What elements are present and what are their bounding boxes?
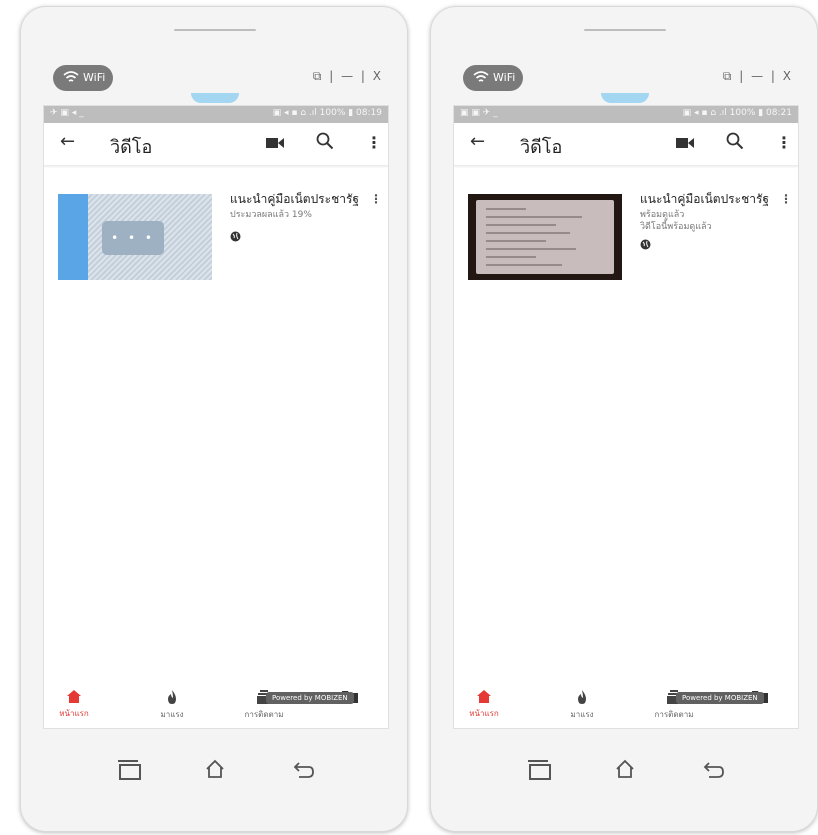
wifi-icon xyxy=(63,71,79,82)
mobizen-watermark: Powered by MOBIZEN xyxy=(266,692,354,704)
recent-apps-icon[interactable] xyxy=(527,759,551,781)
phone-frame-right: WiFi ⧉ | — | X ▣ ▣ ✈ _ ▣ ◂ ▪ ⌂ .ıl 100% … xyxy=(430,6,818,832)
video-status: ประมวลผลแล้ว 19% xyxy=(230,210,312,220)
window-controls[interactable]: ⧉ | — | X xyxy=(313,69,383,84)
drag-handle[interactable] xyxy=(191,93,239,103)
phone-frame-left: WiFi ⧉ | — | X ✈ ▣ ◂ _ ▣ ◂ ▪ ⌂ .ıl 100% … xyxy=(20,6,408,832)
flame-icon xyxy=(168,690,176,704)
home-icon xyxy=(67,690,81,703)
nav-subscriptions-label: การติดตาม xyxy=(244,710,284,719)
video-camera-icon[interactable] xyxy=(266,137,284,149)
device-screen: ✈ ▣ ◂ _ ▣ ◂ ▪ ⌂ .ıl 100% ▮ 08:19 ← วิดีโ… xyxy=(43,105,389,729)
wifi-label: WiFi xyxy=(493,71,516,84)
page-title: วิดีโอ xyxy=(110,137,153,158)
video-status: พร้อมดูแล้ว xyxy=(640,210,685,220)
home-button-icon[interactable] xyxy=(205,759,225,779)
bottom-navigation: หน้าแรก มาแรง การติดตาม Powered by MOBIZ… xyxy=(454,682,798,728)
wifi-icon xyxy=(473,71,489,82)
mobizen-watermark: Powered by MOBIZEN xyxy=(676,692,764,704)
page-title: วิดีโอ xyxy=(520,137,563,158)
video-more-icon[interactable]: ⋮ xyxy=(370,192,382,206)
back-arrow-icon[interactable]: ← xyxy=(60,131,75,152)
nav-subscriptions-label: การติดตาม xyxy=(654,710,694,719)
wifi-status-pill[interactable]: WiFi xyxy=(463,65,523,91)
search-icon[interactable] xyxy=(316,132,334,150)
nav-home[interactable]: หน้าแรก xyxy=(44,690,104,720)
search-icon[interactable] xyxy=(726,132,744,150)
nav-trending[interactable]: มาแรง xyxy=(552,690,612,721)
status-bar: ✈ ▣ ◂ _ ▣ ◂ ▪ ⌂ .ıl 100% ▮ 08:19 xyxy=(44,106,388,123)
speaker-grille xyxy=(174,29,256,31)
back-arrow-icon[interactable]: ← xyxy=(470,131,485,152)
processing-progress-fill xyxy=(58,194,88,280)
wifi-label: WiFi xyxy=(83,71,106,84)
video-title: แนะนำคู่มือเน็ตประชารัฐ xyxy=(640,192,770,206)
more-options-icon[interactable]: ⋮ xyxy=(776,133,792,152)
flame-icon xyxy=(578,690,586,704)
video-status-detail: วิดีโอนี้พร้อมดูแล้ว xyxy=(640,222,712,232)
speaker-grille xyxy=(584,29,666,31)
drag-handle[interactable] xyxy=(601,93,649,103)
status-icons-left: ✈ ▣ ◂ _ xyxy=(50,108,84,118)
system-navigation xyxy=(431,759,818,789)
app-bar: ← วิดีโอ ⋮ xyxy=(44,123,388,166)
public-globe-icon xyxy=(230,227,370,246)
back-button-icon[interactable] xyxy=(703,759,725,779)
status-icons-right: ▣ ◂ ▪ ⌂ .ıl 100% ▮ 08:19 xyxy=(272,108,382,118)
ellipsis-icon: • • • xyxy=(102,221,164,255)
window-controls[interactable]: ⧉ | — | X xyxy=(723,69,793,84)
nav-trending-label: มาแรง xyxy=(570,710,594,719)
nav-trending[interactable]: มาแรง xyxy=(142,690,202,721)
nav-home[interactable]: หน้าแรก xyxy=(454,690,514,720)
home-button-icon[interactable] xyxy=(615,759,635,779)
video-title: แนะนำคู่มือเน็ตประชารัฐ xyxy=(230,192,360,206)
bottom-navigation: หน้าแรก มาแรง การติดตาม Powered by MOBIZ… xyxy=(44,682,388,728)
nav-trending-label: มาแรง xyxy=(160,710,184,719)
video-more-icon[interactable]: ⋮ xyxy=(780,192,792,206)
video-thumbnail[interactable] xyxy=(468,194,622,280)
nav-home-label: หน้าแรก xyxy=(59,709,89,718)
status-bar: ▣ ▣ ✈ _ ▣ ◂ ▪ ⌂ .ıl 100% ▮ 08:21 xyxy=(454,106,798,123)
public-globe-icon xyxy=(640,235,780,254)
video-camera-icon[interactable] xyxy=(676,137,694,149)
status-icons-left: ▣ ▣ ✈ _ xyxy=(460,108,498,118)
video-list-item[interactable]: แนะนำคู่มือเน็ตประชารัฐ พร้อมดูแล้ว วิดี… xyxy=(468,178,792,280)
status-icons-right: ▣ ◂ ▪ ⌂ .ıl 100% ▮ 08:21 xyxy=(682,108,792,118)
app-bar: ← วิดีโอ ⋮ xyxy=(454,123,798,166)
video-thumbnail-processing[interactable]: • • • xyxy=(58,194,212,280)
more-options-icon[interactable]: ⋮ xyxy=(366,133,382,152)
recent-apps-icon[interactable] xyxy=(117,759,141,781)
system-navigation xyxy=(21,759,409,789)
video-meta: แนะนำคู่มือเน็ตประชารัฐ พร้อมดูแล้ว วิดี… xyxy=(640,192,780,254)
video-meta: แนะนำคู่มือเน็ตประชารัฐ ประมวลผลแล้ว 19% xyxy=(230,192,370,246)
back-button-icon[interactable] xyxy=(293,759,315,779)
device-screen: ▣ ▣ ✈ _ ▣ ◂ ▪ ⌂ .ıl 100% ▮ 08:21 ← วิดีโ… xyxy=(453,105,799,729)
wifi-status-pill[interactable]: WiFi xyxy=(53,65,113,91)
video-list-item[interactable]: • • • แนะนำคู่มือเน็ตประชารัฐ ประมวลผลแล… xyxy=(58,178,382,280)
nav-home-label: หน้าแรก xyxy=(469,709,499,718)
home-icon xyxy=(477,690,491,703)
thumbnail-document-image xyxy=(476,200,614,274)
